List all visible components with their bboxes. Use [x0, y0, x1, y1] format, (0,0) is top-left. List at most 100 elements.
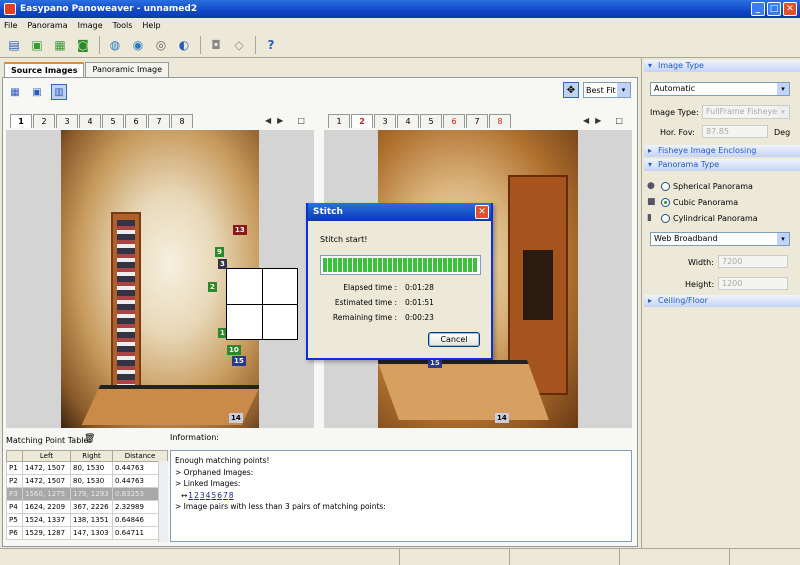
row-right: 147, 1303	[70, 526, 113, 540]
match-point-tag[interactable]: 9	[215, 247, 224, 257]
minimize-button[interactable]: _	[751, 2, 765, 16]
radio-dot[interactable]	[661, 182, 670, 191]
match-point-tag[interactable]: 15	[232, 356, 246, 366]
dialog-close-icon[interactable]: ✕	[475, 205, 489, 219]
right-tab-2[interactable]: 2	[351, 114, 373, 128]
right-tab-7[interactable]: 7	[466, 114, 488, 128]
left-window-icon[interactable]: □	[297, 116, 305, 125]
output-preset-select[interactable]: Web Broadband ▾	[650, 232, 790, 246]
linked-image-link[interactable]: 8	[229, 491, 234, 500]
diamond-icon[interactable]: ◇	[228, 34, 250, 56]
left-tab-7[interactable]: 7	[148, 114, 170, 128]
menu-file[interactable]: File	[4, 21, 17, 30]
hor-fov-field[interactable]: 87.85	[702, 125, 768, 138]
single-view-icon[interactable]: ▣	[29, 84, 45, 100]
table-row[interactable]: P2 1472, 1507 80, 1530 0.44763	[6, 474, 168, 488]
publish-360-icon[interactable]: ◘	[205, 34, 227, 56]
radio-cylindrical[interactable]: Cylindrical Panorama	[661, 214, 758, 223]
maximize-button[interactable]: □	[767, 2, 781, 16]
open-image-icon[interactable]: ▣	[26, 34, 48, 56]
left-tab-4[interactable]: 4	[79, 114, 101, 128]
fit-select[interactable]: Best Fit ▾	[583, 82, 631, 98]
linked-image-link[interactable]: 1	[188, 491, 193, 500]
row-right: 367, 2226	[70, 500, 113, 514]
left-tab-1[interactable]: 1	[10, 114, 32, 128]
right-next-icon[interactable]: ▶	[595, 116, 601, 125]
right-tab-3[interactable]: 3	[374, 114, 396, 128]
new-project-icon[interactable]: ▤	[3, 34, 25, 56]
link-view-icon[interactable]: ▥	[51, 84, 67, 100]
section-panorama-type[interactable]: Panorama Type	[644, 159, 800, 171]
image-type-select[interactable]: Automatic ▾	[650, 82, 790, 96]
left-tab-8[interactable]: 8	[171, 114, 193, 128]
thumbnail-view-icon[interactable]: ▦	[7, 84, 23, 100]
linked-image-link[interactable]: 6	[217, 491, 222, 500]
chevron-down-icon[interactable]: ▾	[617, 83, 630, 97]
row-left: 1560, 1275	[22, 487, 71, 501]
dialog-message: Stitch start!	[320, 235, 368, 244]
linked-image-link[interactable]: 7	[223, 491, 228, 500]
left-tab-5[interactable]: 5	[102, 114, 124, 128]
table-row[interactable]: P1 1472, 1507 80, 1530 0.44763	[6, 461, 168, 475]
match-point-tag[interactable]: 2	[208, 282, 217, 292]
table-row[interactable]: P5 1524, 1337 138, 1351 0.64846	[6, 513, 168, 527]
left-tab-6[interactable]: 6	[125, 114, 147, 128]
section-fisheye[interactable]: Fisheye Image Enclosing	[644, 145, 800, 157]
width-field[interactable]: 7200	[718, 255, 788, 268]
left-tab-3[interactable]: 3	[56, 114, 78, 128]
globe-multi-icon[interactable]: ◉	[127, 34, 149, 56]
right-tab-4[interactable]: 4	[397, 114, 419, 128]
linked-image-link[interactable]: 2	[194, 491, 199, 500]
right-tab-6[interactable]: 6	[443, 114, 465, 128]
radio-dot[interactable]	[661, 198, 670, 207]
table-row[interactable]: P3 1560, 1275 179, 1293 0.83253	[6, 487, 168, 501]
chevron-down-icon[interactable]: ▾	[777, 233, 789, 245]
linked-image-link[interactable]: 4	[206, 491, 211, 500]
menu-image[interactable]: Image	[78, 21, 103, 30]
menu-tools[interactable]: Tools	[113, 21, 133, 30]
chevron-down-icon[interactable]: ▾	[777, 83, 789, 95]
stitch-360-icon[interactable]: ◙	[72, 34, 94, 56]
linked-image-link[interactable]: 5	[211, 491, 216, 500]
match-point-tag[interactable]: 13	[233, 225, 247, 235]
right-tab-1[interactable]: 1	[328, 114, 350, 128]
right-window-icon[interactable]: □	[615, 116, 623, 125]
match-point-tag[interactable]: 14	[495, 413, 509, 423]
toolbar-divider	[200, 35, 201, 54]
toolbar-divider	[255, 35, 256, 54]
match-point-tag[interactable]: 14	[229, 413, 243, 423]
menu-help[interactable]: Help	[142, 21, 160, 30]
left-tab-2[interactable]: 2	[33, 114, 55, 128]
height-field[interactable]: 1200	[718, 277, 788, 290]
help-icon[interactable]: ?	[260, 34, 282, 56]
menu-panorama[interactable]: Panorama	[27, 21, 67, 30]
row-left: 1624, 2209	[22, 500, 71, 514]
right-tab-5[interactable]: 5	[420, 114, 442, 128]
table-scrollbar[interactable]	[158, 461, 168, 542]
info-line: > Image pairs with less than 3 pairs of …	[175, 502, 386, 511]
match-point-tag[interactable]: 10	[227, 345, 241, 355]
left-next-icon[interactable]: ▶	[277, 116, 283, 125]
tab-source-images[interactable]: Source Images	[4, 62, 85, 78]
radio-dot[interactable]	[661, 214, 670, 223]
radio-cubic[interactable]: Cubic Panorama	[661, 198, 738, 207]
table-row[interactable]: P4 1624, 2209 367, 2226 2.32989	[6, 500, 168, 514]
sphere-icon[interactable]: ◎	[150, 34, 172, 56]
table-row[interactable]: P6 1529, 1287 147, 1303 0.64711	[6, 526, 168, 540]
fit-tool-icon[interactable]: ✥	[563, 82, 579, 98]
cancel-button[interactable]: Cancel	[428, 332, 480, 347]
section-ceiling-floor[interactable]: Ceiling/Floor	[644, 295, 800, 307]
tab-panoramic-image[interactable]: Panoramic Image	[85, 62, 170, 78]
section-image-type[interactable]: Image Type	[644, 60, 800, 72]
image-subtype-select[interactable]: FullFrame Fisheye ▾	[702, 105, 790, 119]
globe-icon[interactable]: ◍	[104, 34, 126, 56]
left-prev-icon[interactable]: ◀	[265, 116, 271, 125]
eye-icon[interactable]: ◐	[173, 34, 195, 56]
radio-spherical[interactable]: Spherical Panorama	[661, 182, 753, 191]
right-prev-icon[interactable]: ◀	[583, 116, 589, 125]
save-icon[interactable]: ▦	[49, 34, 71, 56]
close-button[interactable]: ✕	[783, 2, 797, 16]
right-tab-8[interactable]: 8	[489, 114, 511, 128]
linked-image-link[interactable]: 3	[200, 491, 205, 500]
trash-icon[interactable]: 🗑	[84, 434, 95, 444]
